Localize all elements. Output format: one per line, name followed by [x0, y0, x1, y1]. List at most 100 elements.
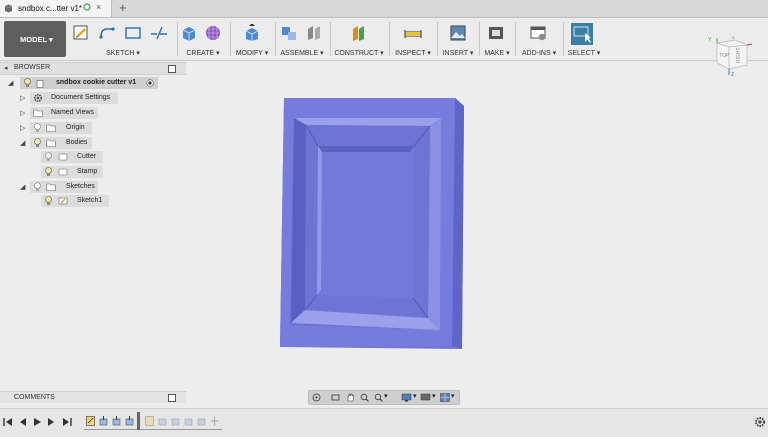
- expand-triangle-icon[interactable]: ▷: [20, 109, 25, 117]
- comments-header[interactable]: COMMENTS: [0, 391, 186, 403]
- assemble-menu[interactable]: ASSEMBLE ▾: [277, 49, 327, 57]
- step-forward-icon[interactable]: [47, 417, 57, 427]
- new-tab-button[interactable]: +: [119, 0, 127, 16]
- close-tab-icon[interactable]: ×: [96, 2, 101, 12]
- separator: [230, 22, 231, 56]
- move-feature-icon[interactable]: [210, 416, 219, 426]
- tree-item-sketch1[interactable]: Sketch1: [0, 195, 186, 207]
- create-group[interactable]: CREATE ▾: [178, 20, 228, 60]
- inspect-group[interactable]: INSPECT ▾: [391, 20, 435, 60]
- offset-plane-icon[interactable]: [350, 24, 368, 42]
- modify-group[interactable]: MODIFY ▾: [232, 20, 272, 60]
- visibility-bulb-icon[interactable]: [34, 138, 41, 148]
- collapse-triangle-icon[interactable]: ◢: [20, 183, 25, 191]
- visual-style-icon[interactable]: [420, 393, 431, 402]
- visibility-bulb-icon[interactable]: [34, 123, 41, 133]
- create-menu[interactable]: CREATE ▾: [178, 49, 228, 57]
- chevron-down-icon[interactable]: ▾: [413, 392, 417, 400]
- cookie-cutter-model[interactable]: [280, 98, 464, 349]
- visibility-bulb-icon[interactable]: [45, 167, 52, 177]
- expand-triangle-icon[interactable]: ◢: [8, 79, 13, 87]
- select-icon[interactable]: [571, 23, 593, 45]
- expand-triangle-icon[interactable]: ▷: [20, 124, 25, 132]
- select-group[interactable]: SELECT ▾: [566, 20, 602, 60]
- zoom-icon[interactable]: [360, 393, 369, 402]
- tree-item-origin[interactable]: ▷ Origin: [0, 122, 186, 134]
- collapse-caret-icon[interactable]: ◂: [4, 64, 8, 72]
- timeline-marker[interactable]: [137, 412, 140, 430]
- construct-group[interactable]: CONSTRUCT ▾: [332, 20, 386, 60]
- new-component-icon[interactable]: [280, 24, 298, 42]
- visibility-bulb-icon[interactable]: [34, 182, 41, 192]
- chevron-down-icon[interactable]: ▾: [432, 392, 436, 400]
- make-group[interactable]: MAKE ▾: [481, 20, 513, 60]
- grid-icon[interactable]: [440, 393, 450, 402]
- comments-expand-icon[interactable]: [168, 394, 176, 402]
- sketch-group[interactable]: SKETCH ▾: [70, 20, 176, 60]
- look-at-icon[interactable]: [331, 393, 340, 402]
- workspace-switcher[interactable]: MODEL ▾: [4, 21, 66, 57]
- make-menu[interactable]: MAKE ▾: [481, 49, 513, 57]
- gear-icon[interactable]: [754, 416, 766, 428]
- pan-icon[interactable]: [346, 393, 355, 402]
- construct-menu[interactable]: CONSTRUCT ▾: [332, 49, 386, 57]
- print-icon[interactable]: [487, 24, 505, 42]
- box-icon[interactable]: [180, 24, 198, 42]
- form-icon[interactable]: [204, 24, 222, 42]
- modify-menu[interactable]: MODIFY ▾: [232, 49, 272, 57]
- suppressed-feature-icon[interactable]: [171, 416, 180, 426]
- canvas-viewport[interactable]: [190, 62, 768, 392]
- display-settings-icon[interactable]: [401, 393, 412, 402]
- chevron-down-icon[interactable]: ▾: [451, 392, 455, 400]
- joint-icon[interactable]: [305, 24, 323, 42]
- select-menu[interactable]: SELECT ▾: [566, 49, 602, 57]
- tree-item-bodies[interactable]: ◢ Bodies: [0, 137, 186, 149]
- tree-item-named-views[interactable]: ▷ Named Views: [0, 107, 186, 119]
- tree-item-sketches[interactable]: ◢ Sketches: [0, 181, 186, 193]
- play-icon[interactable]: [32, 417, 42, 427]
- visibility-bulb-icon[interactable]: [45, 152, 52, 162]
- step-back-icon[interactable]: [17, 417, 27, 427]
- browser-header[interactable]: ◂ BROWSER: [0, 62, 186, 75]
- scripts-icon[interactable]: [529, 24, 547, 42]
- sketch-icon[interactable]: [72, 24, 90, 42]
- expand-triangle-icon[interactable]: ▷: [20, 94, 25, 102]
- tree-item-cutter[interactable]: Cutter: [0, 151, 186, 163]
- suppressed-feature-icon[interactable]: [184, 416, 193, 426]
- extrude-feature-icon[interactable]: [99, 416, 108, 426]
- extrude-feature-icon[interactable]: [125, 416, 134, 426]
- orbit-icon[interactable]: [312, 393, 321, 402]
- visibility-bulb-icon[interactable]: [45, 196, 52, 206]
- collapse-triangle-icon[interactable]: ◢: [20, 139, 25, 147]
- tree-item-document-settings[interactable]: ▷ Document Settings: [0, 92, 186, 104]
- inspect-menu[interactable]: INSPECT ▾: [391, 49, 435, 57]
- suppressed-feature-icon[interactable]: [145, 416, 154, 426]
- visibility-bulb-icon[interactable]: [24, 78, 31, 88]
- extrude-feature-icon[interactable]: [112, 416, 121, 426]
- insert-group[interactable]: INSERT ▾: [439, 20, 477, 60]
- add-ins-group[interactable]: ADD-INS ▾: [517, 20, 561, 60]
- browser-pin-icon[interactable]: [168, 65, 176, 73]
- zoom-window-icon[interactable]: [374, 393, 383, 402]
- measure-icon[interactable]: [404, 24, 422, 42]
- tree-item-stamp[interactable]: Stamp: [0, 166, 186, 178]
- suppressed-feature-icon[interactable]: [197, 416, 206, 426]
- chevron-down-icon[interactable]: ▾: [384, 392, 388, 400]
- insert-image-icon[interactable]: [449, 24, 467, 42]
- assemble-group[interactable]: ASSEMBLE ▾: [277, 20, 327, 60]
- comments-title: COMMENTS: [14, 394, 55, 401]
- trim-icon[interactable]: [150, 24, 168, 42]
- line-icon[interactable]: [98, 24, 116, 42]
- go-to-end-icon[interactable]: [62, 417, 72, 427]
- document-tab[interactable]: sndbox c...tter v1* ×: [0, 0, 112, 17]
- press-pull-icon[interactable]: [243, 24, 261, 42]
- suppressed-feature-icon[interactable]: [158, 416, 167, 426]
- active-radio-icon[interactable]: [146, 79, 154, 87]
- rectangle-icon[interactable]: [124, 24, 142, 42]
- insert-menu[interactable]: INSERT ▾: [439, 49, 477, 57]
- browser-root-row[interactable]: ◢ sndbox cookie cutter v1: [0, 77, 186, 89]
- sketch-menu[interactable]: SKETCH ▾: [70, 49, 176, 57]
- add-ins-menu[interactable]: ADD-INS ▾: [517, 49, 561, 57]
- go-to-start-icon[interactable]: [3, 417, 13, 427]
- sketch-feature-icon[interactable]: [86, 416, 95, 426]
